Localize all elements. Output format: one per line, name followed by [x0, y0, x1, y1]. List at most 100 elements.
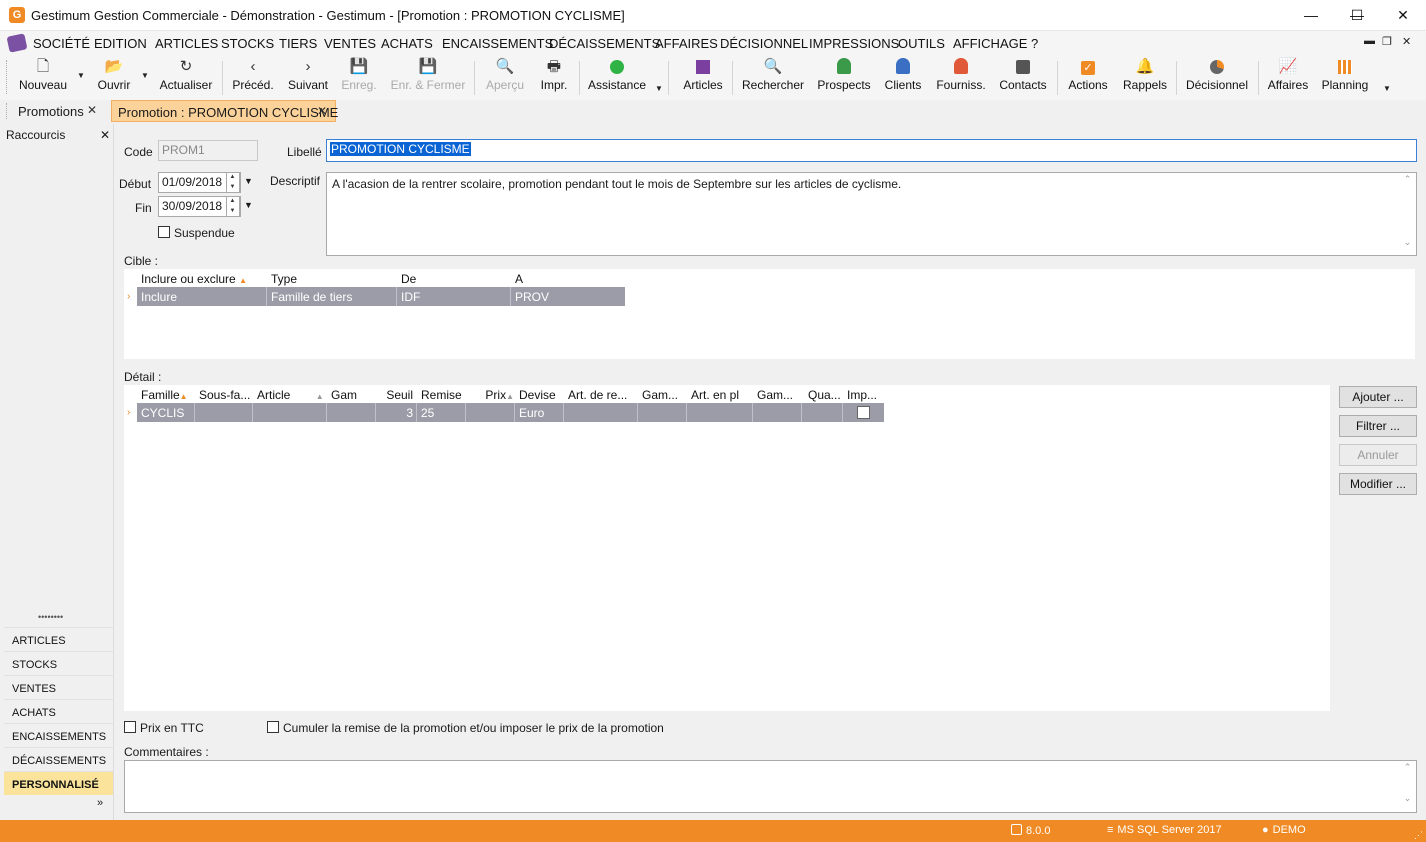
- imprimer-cell-checkbox[interactable]: [857, 406, 870, 419]
- column-header[interactable]: Article ▲: [257, 388, 325, 402]
- table-row[interactable]: [137, 403, 884, 422]
- menu-impressions[interactable]: IMPRESSIONS: [809, 36, 899, 51]
- column-header[interactable]: Gam...: [642, 388, 686, 402]
- column-header[interactable]: Devise: [519, 388, 563, 402]
- code-field[interactable]: PROM1: [158, 140, 258, 161]
- menu-stocks[interactable]: STOCKS: [221, 36, 274, 51]
- ouvrir-button[interactable]: 📂 Ouvrir: [94, 58, 134, 98]
- column-header[interactable]: Art. de re...: [568, 388, 636, 402]
- articles-button[interactable]: Articles: [681, 58, 725, 98]
- column-header[interactable]: Famille▲: [141, 388, 195, 402]
- libelle-field[interactable]: PROMOTION CYCLISME: [326, 139, 1417, 162]
- sidebar-item-personnalise[interactable]: PERSONNALISÉ: [4, 771, 113, 795]
- table-cell[interactable]: CYCLIS: [141, 406, 184, 420]
- column-header[interactable]: Seuil: [379, 388, 413, 402]
- mdi-restore-button[interactable]: ❐: [1382, 35, 1392, 48]
- fin-calendar-dropdown[interactable]: ▼: [240, 196, 256, 217]
- sidebar-close-icon[interactable]: ✕: [100, 128, 110, 142]
- filtrer-button[interactable]: Filtrer ...: [1339, 415, 1417, 437]
- menu-edition[interactable]: EDITION: [94, 36, 147, 51]
- menu-achats[interactable]: ACHATS: [381, 36, 433, 51]
- sidebar-item-ventes[interactable]: VENTES: [4, 675, 113, 699]
- sidebar-item-stocks[interactable]: STOCKS: [4, 651, 113, 675]
- tab-promotion-cyclisme[interactable]: Promotion : PROMOTION CYCLISME ✕: [111, 100, 338, 122]
- actions-button[interactable]: ✓ Actions: [1066, 58, 1110, 98]
- sidebar-item-decaissements[interactable]: DÉCAISSEMENTS: [4, 747, 113, 771]
- menu-outils[interactable]: OUTILS: [898, 36, 945, 51]
- column-header[interactable]: Qua...: [808, 388, 842, 402]
- tab-promotions[interactable]: Promotions ✕: [8, 100, 105, 122]
- nouveau-dropdown-icon[interactable]: ▼: [77, 71, 85, 80]
- menu-societe[interactable]: SOCIÉTÉ: [33, 36, 90, 51]
- menu-tiers[interactable]: TIERS: [279, 36, 317, 51]
- sidebar-splitter-grip[interactable]: ••••••••: [38, 612, 63, 622]
- table-row[interactable]: [137, 287, 625, 306]
- table-cell[interactable]: 3: [379, 406, 413, 420]
- toolbar-overflow-icon[interactable]: ▼: [655, 84, 663, 93]
- planning-button[interactable]: Planning: [1320, 58, 1370, 98]
- column-header[interactable]: Gam: [331, 388, 375, 402]
- enregistrer-fermer-button[interactable]: 💾 Enr. & Fermer: [389, 58, 467, 98]
- close-window-button[interactable]: ✕: [1380, 0, 1426, 31]
- modifier-button[interactable]: Modifier ...: [1339, 473, 1417, 495]
- menu-affaires[interactable]: AFFAIRES: [655, 36, 718, 51]
- decisionnel-button[interactable]: Décisionnel: [1184, 58, 1250, 98]
- column-header[interactable]: Remise: [421, 388, 465, 402]
- tab-close-icon[interactable]: ✕: [317, 104, 327, 118]
- menu-ventes[interactable]: VENTES: [324, 36, 376, 51]
- menu-decaissements[interactable]: DÉCAISSEMENTS: [549, 36, 660, 51]
- column-header[interactable]: Gam...: [757, 388, 801, 402]
- column-header[interactable]: Inclure ou exclure ▲: [141, 272, 266, 286]
- prix-ttc-checkbox[interactable]: [124, 721, 136, 733]
- sidebar-item-encaissements[interactable]: ENCAISSEMENTS: [4, 723, 113, 747]
- assistance-button[interactable]: Assistance: [587, 58, 647, 98]
- actualiser-button[interactable]: ↻ Actualiser: [157, 58, 215, 98]
- ouvrir-dropdown-icon[interactable]: ▼: [141, 71, 149, 80]
- nouveau-button[interactable]: 🗋 Nouveau: [15, 58, 71, 98]
- ajouter-button[interactable]: Ajouter ...: [1339, 386, 1417, 408]
- table-cell[interactable]: Famille de tiers: [271, 290, 352, 304]
- menu-affichage[interactable]: AFFICHAGE: [953, 36, 1027, 51]
- maximize-button[interactable]: ☐: [1334, 0, 1380, 31]
- rechercher-button[interactable]: 🔍 Rechercher: [741, 58, 805, 98]
- descriptif-scrollbar[interactable]: ⌃ ⌄: [1399, 174, 1416, 254]
- sidebar-more-icon[interactable]: »: [97, 797, 103, 809]
- enregistrer-button[interactable]: 💾 Enreg.: [340, 58, 378, 98]
- suspendue-checkbox[interactable]: [158, 226, 170, 238]
- apercu-button[interactable]: 🔍 Aperçu: [483, 58, 527, 98]
- menu-decisionnel[interactable]: DÉCISIONNEL: [720, 36, 808, 51]
- table-cell[interactable]: IDF: [401, 290, 420, 304]
- fin-spinner[interactable]: ▲ ▼: [226, 196, 238, 217]
- table-cell[interactable]: Euro: [519, 406, 544, 420]
- minimize-window-button[interactable]: —: [1288, 0, 1334, 31]
- mdi-close-button[interactable]: ✕: [1402, 35, 1411, 48]
- sidebar-item-articles[interactable]: ARTICLES: [4, 627, 113, 651]
- commentaires-textarea[interactable]: [124, 760, 1417, 813]
- column-header[interactable]: Art. en pl: [691, 388, 751, 402]
- prospects-button[interactable]: Prospects: [816, 58, 872, 98]
- imprimer-button[interactable]: 🖶 Impr.: [537, 58, 571, 98]
- mdi-minimize-button[interactable]: ▬: [1364, 35, 1375, 47]
- cumuler-checkbox[interactable]: [267, 721, 279, 733]
- resize-grip-icon[interactable]: ⋰: [1414, 830, 1423, 841]
- debut-spinner[interactable]: ▲ ▼: [226, 172, 238, 193]
- column-header[interactable]: A: [515, 272, 615, 286]
- menu-help[interactable]: ?: [1031, 36, 1038, 51]
- menu-encaissements[interactable]: ENCAISSEMENTS: [442, 36, 553, 51]
- column-header[interactable]: Prix▲: [468, 388, 514, 402]
- suivant-button[interactable]: › Suivant: [284, 58, 332, 98]
- column-header[interactable]: De: [401, 272, 501, 286]
- commentaires-scrollbar[interactable]: ⌃ ⌄: [1399, 762, 1416, 811]
- debut-calendar-dropdown[interactable]: ▼: [240, 172, 256, 193]
- sidebar-item-achats[interactable]: ACHATS: [4, 699, 113, 723]
- affaires-button[interactable]: 📈 Affaires: [1266, 58, 1310, 98]
- tab-close-icon[interactable]: ✕: [87, 103, 97, 117]
- contacts-button[interactable]: Contacts: [998, 58, 1048, 98]
- precedent-button[interactable]: ‹ Précéd.: [230, 58, 276, 98]
- annuler-button[interactable]: Annuler: [1339, 444, 1417, 466]
- table-cell[interactable]: 25: [421, 406, 434, 420]
- toolbar-overflow-icon[interactable]: ▼: [1383, 84, 1391, 93]
- rappels-button[interactable]: 🔔 Rappels: [1122, 58, 1168, 98]
- column-header[interactable]: Type: [271, 272, 391, 286]
- fournisseurs-button[interactable]: Fourniss.: [934, 58, 988, 98]
